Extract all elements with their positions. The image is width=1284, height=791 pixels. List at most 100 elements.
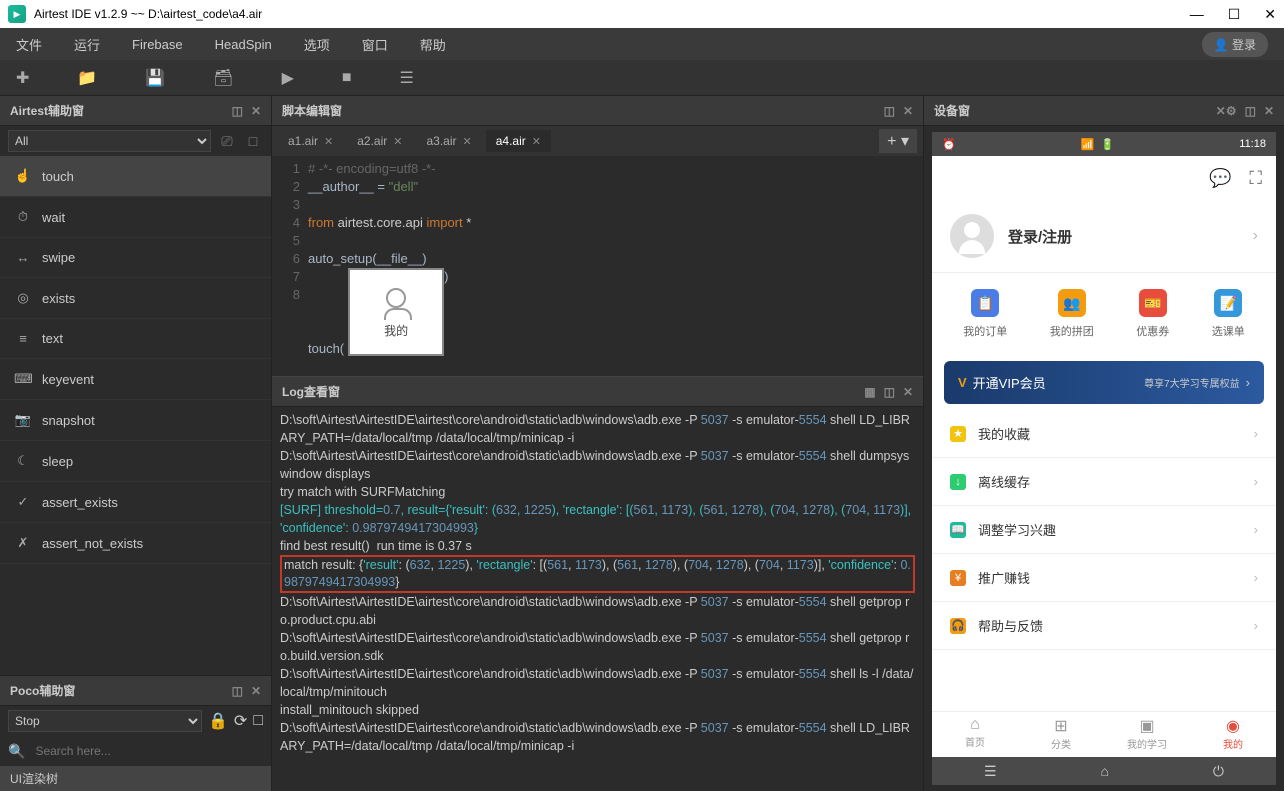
tab-a4.air[interactable]: a4.air✕: [486, 130, 551, 152]
record-icon[interactable]: ⎚: [217, 131, 237, 151]
code-area[interactable]: # -*- encoding=utf8 -*- __author__ = "de…: [308, 156, 923, 376]
panel-detach-icon[interactable]: ◫: [884, 385, 895, 399]
maximize-button[interactable]: ☐: [1228, 6, 1241, 23]
op-swipe[interactable]: ↔swipe: [0, 238, 271, 278]
bottomtab-我的学习[interactable]: ▣我的学习: [1104, 712, 1190, 757]
power-nav-icon[interactable]: ⏻: [1213, 763, 1224, 780]
titlebar: Airtest IDE v1.2.9 ~~ D:\airtest_code\a4…: [0, 0, 1284, 28]
minimize-button[interactable]: —: [1190, 6, 1204, 23]
menu-file[interactable]: 文件: [16, 35, 42, 54]
login-button[interactable]: 👤 登录: [1202, 32, 1268, 57]
filter-select[interactable]: All: [8, 130, 211, 152]
message-icon[interactable]: 💬: [1209, 168, 1231, 189]
poco-select[interactable]: Stop: [8, 710, 202, 732]
menu-options[interactable]: 选项: [304, 35, 330, 54]
ui-tree-label[interactable]: UI渲染树: [0, 766, 271, 791]
panel-detach-icon[interactable]: ◫: [1245, 104, 1256, 118]
op-sleep[interactable]: ☾sleep: [0, 441, 271, 482]
rec-icon[interactable]: □: [253, 712, 263, 730]
log-output[interactable]: D:\soft\Airtest\AirtestIDE\airtest\core\…: [272, 407, 923, 791]
tab-close-icon[interactable]: ✕: [532, 135, 541, 148]
stop-button[interactable]: ■: [342, 69, 352, 87]
wifi-icon: 📶: [1081, 138, 1095, 151]
menu-run[interactable]: 运行: [74, 35, 100, 54]
menu-help[interactable]: 帮助: [420, 35, 446, 54]
save-button[interactable]: 💾: [145, 68, 165, 88]
list-我的收藏[interactable]: ★我的收藏›: [932, 410, 1276, 458]
code-editor[interactable]: 12345678 # -*- encoding=utf8 -*- __autho…: [272, 156, 923, 376]
op-assert_exists[interactable]: ✓ assert_exists: [0, 482, 271, 523]
panel-close-icon[interactable]: ✕: [903, 385, 913, 399]
op-text[interactable]: ≡text: [0, 319, 271, 359]
panel-detach-icon[interactable]: ◫: [232, 104, 243, 118]
op-touch[interactable]: ☝touch: [0, 156, 271, 197]
open-button[interactable]: 📁: [77, 68, 97, 88]
list-帮助与反馈[interactable]: 🎧帮助与反馈›: [932, 602, 1276, 650]
close-button[interactable]: ✕: [1264, 6, 1276, 23]
chevron-right-icon: ›: [1254, 570, 1258, 585]
camera-icon[interactable]: □: [243, 131, 263, 151]
tab-a3.air[interactable]: a3.air✕: [417, 130, 482, 152]
op-keyevent[interactable]: ⌨keyevent: [0, 359, 271, 400]
op-label: touch: [42, 169, 74, 184]
tool-icon[interactable]: ✕⚙: [1216, 104, 1237, 118]
list-调整学习兴趣[interactable]: 📖调整学习兴趣›: [932, 506, 1276, 554]
add-tab-button[interactable]: + ▾: [879, 129, 917, 153]
tab-close-icon[interactable]: ✕: [393, 135, 402, 148]
touch-image-thumb[interactable]: 我的: [348, 268, 444, 356]
filter-icon[interactable]: ▦: [864, 385, 875, 399]
new-button[interactable]: ✚: [16, 68, 29, 88]
menubar: 文件 运行 Firebase HeadSpin 选项 窗口 帮助 👤 登录: [0, 28, 1284, 60]
device-panel-title: 设备窗: [934, 102, 970, 119]
home-nav-icon[interactable]: ⌂: [1100, 763, 1108, 779]
tab-a2.air[interactable]: a2.air✕: [347, 130, 412, 152]
op-label: assert_exists: [42, 495, 118, 510]
panel-detach-icon[interactable]: ◫: [232, 684, 243, 698]
tab-close-icon[interactable]: ✕: [324, 135, 333, 148]
chevron-right-icon: ›: [1253, 227, 1258, 245]
op-wait[interactable]: ⏱wait: [0, 197, 271, 238]
assert_exists-icon: ✓: [14, 494, 32, 510]
sleep-icon: ☾: [14, 453, 32, 469]
list-离线缓存[interactable]: ↓离线缓存›: [932, 458, 1276, 506]
grid-我的订单[interactable]: 📋我的订单: [963, 289, 1007, 339]
vip-banner[interactable]: V 开通VIP会员 尊享7大学习专属权益 ›: [944, 361, 1264, 404]
menu-nav-icon[interactable]: ☰: [984, 763, 997, 780]
run-button[interactable]: ▶: [282, 68, 294, 88]
tab-a1.air[interactable]: a1.air✕: [278, 130, 343, 152]
report-button[interactable]: ☰: [400, 68, 414, 88]
scan-icon[interactable]: ⛶: [1249, 168, 1262, 189]
editor-panel-title: 脚本编辑窗: [282, 102, 342, 119]
lock-icon[interactable]: 🔒: [208, 711, 228, 731]
op-exists[interactable]: ◎exists: [0, 278, 271, 319]
grid-优惠券[interactable]: 🎫优惠券: [1136, 289, 1169, 339]
list-推广赚钱[interactable]: ¥推广赚钱›: [932, 554, 1276, 602]
op-snapshot[interactable]: 📷snapshot: [0, 400, 271, 441]
tab-close-icon[interactable]: ✕: [463, 135, 472, 148]
panel-close-icon[interactable]: ✕: [251, 104, 261, 118]
grid-我的拼团[interactable]: 👥我的拼团: [1050, 289, 1094, 339]
panel-close-icon[interactable]: ✕: [251, 684, 261, 698]
profile-row[interactable]: 登录/注册 ›: [932, 200, 1276, 273]
device-screen[interactable]: ⏰ 📶 🔋 11:18 💬 ⛶ 登录/注册 › 📋我的订单👥我的拼团🎫优惠券📝选…: [932, 132, 1276, 785]
vip-icon: V: [958, 375, 967, 390]
bottomtab-首页[interactable]: ⌂首页: [932, 712, 1018, 757]
bottomtab-我的[interactable]: ◉我的: [1190, 712, 1276, 757]
chevron-right-icon: ›: [1254, 618, 1258, 633]
grid-选课单[interactable]: 📝选课单: [1212, 289, 1245, 339]
panel-close-icon[interactable]: ✕: [903, 104, 913, 118]
menu-headspin[interactable]: HeadSpin: [215, 37, 272, 52]
poco-search-input[interactable]: [31, 740, 263, 762]
menu-window[interactable]: 窗口: [362, 35, 388, 54]
panel-close-icon[interactable]: ✕: [1264, 104, 1274, 118]
saveall-button[interactable]: 🗃: [213, 68, 233, 88]
operations-list: ☝touch⏱wait↔swipe◎exists≡text⌨keyevent📷s…: [0, 156, 271, 675]
refresh-icon[interactable]: ⟳: [234, 711, 247, 731]
bottomtab-分类[interactable]: ⊞分类: [1018, 712, 1104, 757]
vip-title: 开通VIP会员: [973, 373, 1046, 392]
menu-firebase[interactable]: Firebase: [132, 37, 183, 52]
panel-detach-icon[interactable]: ◫: [884, 104, 895, 118]
op-assert_not_exists[interactable]: ✗assert_not_exists: [0, 523, 271, 564]
airtest-panel-title: Airtest辅助窗: [10, 102, 84, 119]
line-gutter: 12345678: [272, 156, 308, 376]
